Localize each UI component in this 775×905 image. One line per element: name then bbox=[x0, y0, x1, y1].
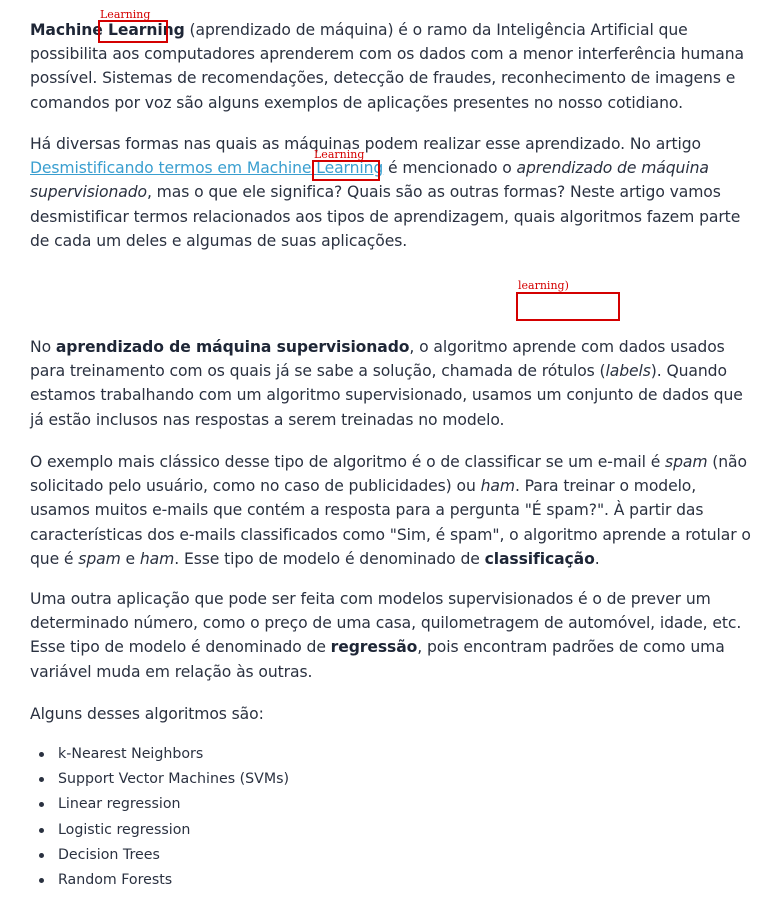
article-link-text: Desmistificando termos em Machine bbox=[30, 159, 317, 178]
spam-italic-2: spam bbox=[78, 549, 121, 568]
term-machine: Machine bbox=[30, 21, 109, 39]
bullet-icon bbox=[39, 878, 44, 884]
annotation-box-3 bbox=[516, 292, 620, 321]
list-item: Logistic regression bbox=[30, 818, 760, 843]
spam-text-d: e bbox=[120, 549, 140, 568]
regression-paragraph: Uma outra aplicação que pode ser feita c… bbox=[30, 587, 760, 684]
spam-italic-1: spam bbox=[665, 453, 708, 471]
regressao-bold: regressão bbox=[330, 638, 418, 657]
context-after-link: é mencionado o bbox=[383, 159, 517, 178]
list-item-text: Support Vector Machines (SVMs) bbox=[58, 771, 290, 788]
annotation-label-3: learning) bbox=[518, 279, 569, 292]
bullet-icon bbox=[39, 752, 44, 757]
list-item: Decision Trees bbox=[30, 843, 760, 868]
list-item-text: Random Forests bbox=[58, 872, 173, 889]
supervised-bold: aprendizado de máquina supervisionado bbox=[55, 338, 410, 356]
ham-italic-1: ham bbox=[480, 477, 515, 496]
spam-paragraph: O exemplo mais clássico desse tipo de al… bbox=[30, 450, 760, 571]
annotation-box-2 bbox=[312, 160, 380, 181]
spam-text-a: O exemplo mais clássico desse tipo de al… bbox=[30, 453, 666, 471]
bullet-icon bbox=[39, 852, 44, 858]
classificacao-bold: classificação bbox=[484, 549, 595, 568]
spam-text-e: . Esse tipo de modelo é denominado de bbox=[174, 549, 485, 568]
supervised-italic: labels bbox=[605, 362, 651, 381]
list-item: Random Forests bbox=[30, 868, 760, 893]
algorithms-intro: Alguns desses algoritmos são: bbox=[30, 705, 264, 723]
supervised-text-a: No bbox=[30, 338, 56, 356]
ham-italic-2: ham bbox=[139, 549, 175, 568]
supervised-paragraph: No aprendizado de máquina supervisionado… bbox=[30, 335, 760, 432]
list-item: Linear regression bbox=[30, 792, 760, 817]
list-item: k-Nearest Neighbors bbox=[30, 742, 760, 767]
list-item-text: Linear regression bbox=[58, 796, 181, 813]
context-intro: Há diversas formas nas quais as máquinas… bbox=[30, 135, 701, 153]
list-item-text: Logistic regression bbox=[58, 821, 191, 838]
spam-text-f: . bbox=[594, 549, 600, 568]
bullet-icon bbox=[39, 827, 44, 833]
list-item: Support Vector Machines (SVMs) bbox=[30, 767, 760, 792]
list-item-text: k-Nearest Neighbors bbox=[58, 746, 204, 762]
algorithms-list: k-Nearest Neighbors Support Vector Machi… bbox=[30, 742, 760, 893]
bullet-icon bbox=[39, 802, 44, 808]
context-paragraph: Há diversas formas nas quais as máquinas… bbox=[30, 132, 760, 253]
list-item-text: Decision Trees bbox=[58, 846, 160, 863]
annotation-box-1 bbox=[98, 20, 168, 43]
bullet-icon bbox=[39, 777, 44, 783]
